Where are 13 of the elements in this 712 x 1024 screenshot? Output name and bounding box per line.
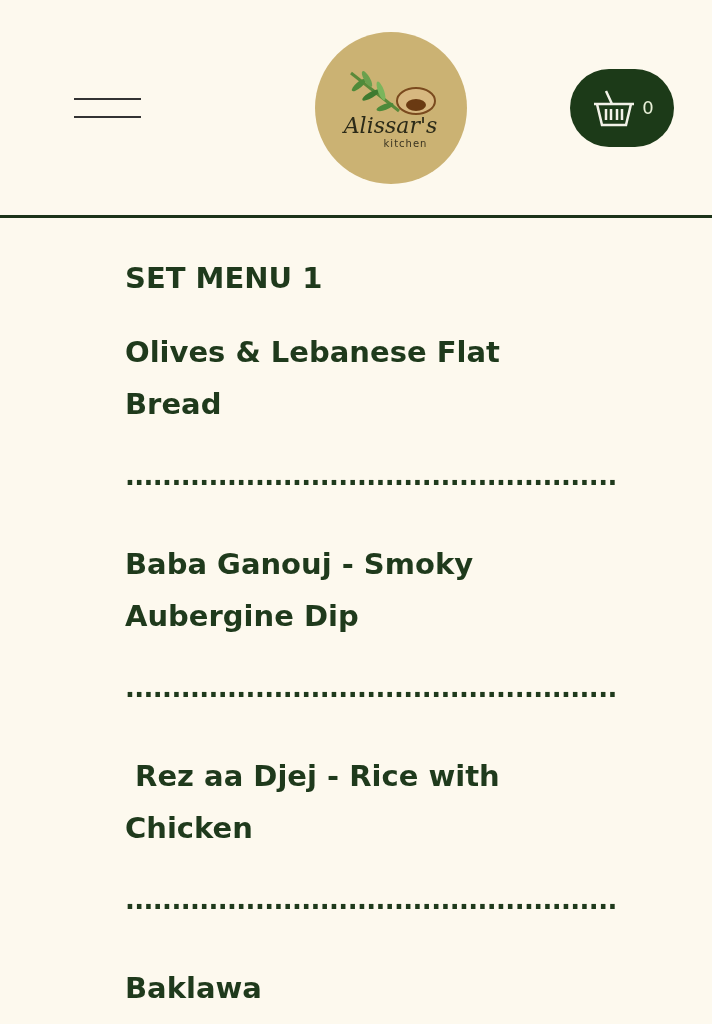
logo[interactable]: Alissar's kitchen — [314, 31, 467, 184]
dish-name: Baklawa — [125, 970, 263, 1007]
dotted-separator: ..................................................... — [125, 678, 618, 698]
menu-icon[interactable] — [74, 95, 141, 120]
dish-name: Olives & Lebanese Flat Bread — [125, 334, 501, 423]
dish-name: Baba Ganouj - Smoky Aubergine Dip — [125, 546, 475, 635]
logo-subtitle: kitchen — [383, 138, 428, 149]
dotted-separator: ..................................................... — [125, 466, 618, 486]
menu-title: SET MENU 1 — [125, 260, 324, 296]
dotted-separator: ..................................................... — [125, 890, 618, 910]
logo-title: Alissar's — [343, 114, 438, 137]
cart-button[interactable]: 0 — [570, 68, 674, 147]
dish-name: Rez aa Djej - Rice with Chicken — [125, 758, 501, 847]
